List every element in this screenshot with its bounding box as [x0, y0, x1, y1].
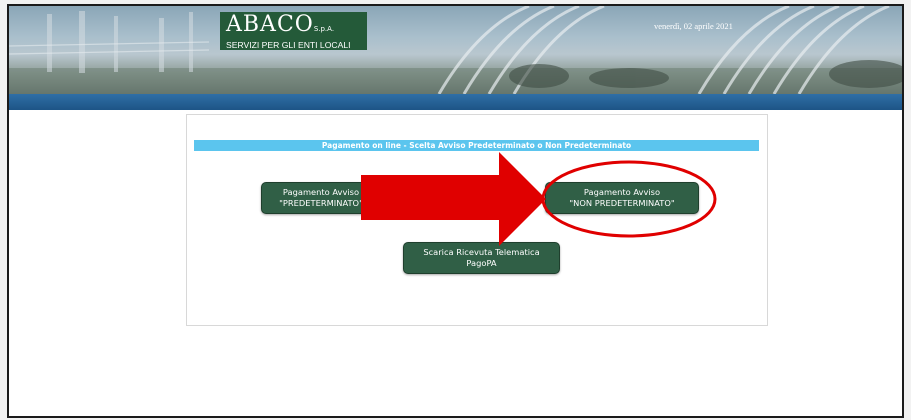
- button-label-line2: "NON PREDETERMINATO": [569, 198, 675, 208]
- header-background-image: [9, 6, 902, 94]
- button-label-line2: "PREDETERMINATO": [279, 198, 363, 208]
- pagamento-predeterminato-button[interactable]: Pagamento Avviso "PREDETERMINATO": [261, 182, 381, 214]
- browser-frame: ABACOS.p.A. SERVIZI PER GLI ENTI LOCALI …: [7, 4, 904, 418]
- abaco-logo[interactable]: ABACOS.p.A. SERVIZI PER GLI ENTI LOCALI: [220, 12, 367, 50]
- logo-name: ABACO: [226, 12, 314, 37]
- header-stripe: [9, 94, 902, 110]
- site-header: ABACOS.p.A. SERVIZI PER GLI ENTI LOCALI …: [9, 6, 902, 94]
- panel-title: Pagamento on line - Scelta Avviso Predet…: [194, 140, 759, 151]
- current-date: venerdì, 02 aprile 2021: [654, 21, 733, 31]
- logo-subtitle: SERVIZI PER GLI ENTI LOCALI: [226, 40, 351, 50]
- logo-title: ABACOS.p.A.: [226, 14, 363, 40]
- payment-choice-panel: Pagamento on line - Scelta Avviso Predet…: [186, 114, 768, 326]
- button-label-line1: Pagamento Avviso: [282, 187, 360, 197]
- logo-suffix: S.p.A.: [313, 25, 335, 33]
- button-label-line2: PagoPA: [466, 258, 497, 268]
- button-label-line1: Pagamento Avviso: [583, 187, 661, 197]
- pagamento-non-predeterminato-button[interactable]: Pagamento Avviso "NON PREDETERMINATO": [545, 182, 699, 214]
- scarica-ricevuta-button[interactable]: Scarica Ricevuta Telematica PagoPA: [403, 242, 560, 274]
- button-label-line1: Scarica Ricevuta Telematica: [423, 247, 540, 257]
